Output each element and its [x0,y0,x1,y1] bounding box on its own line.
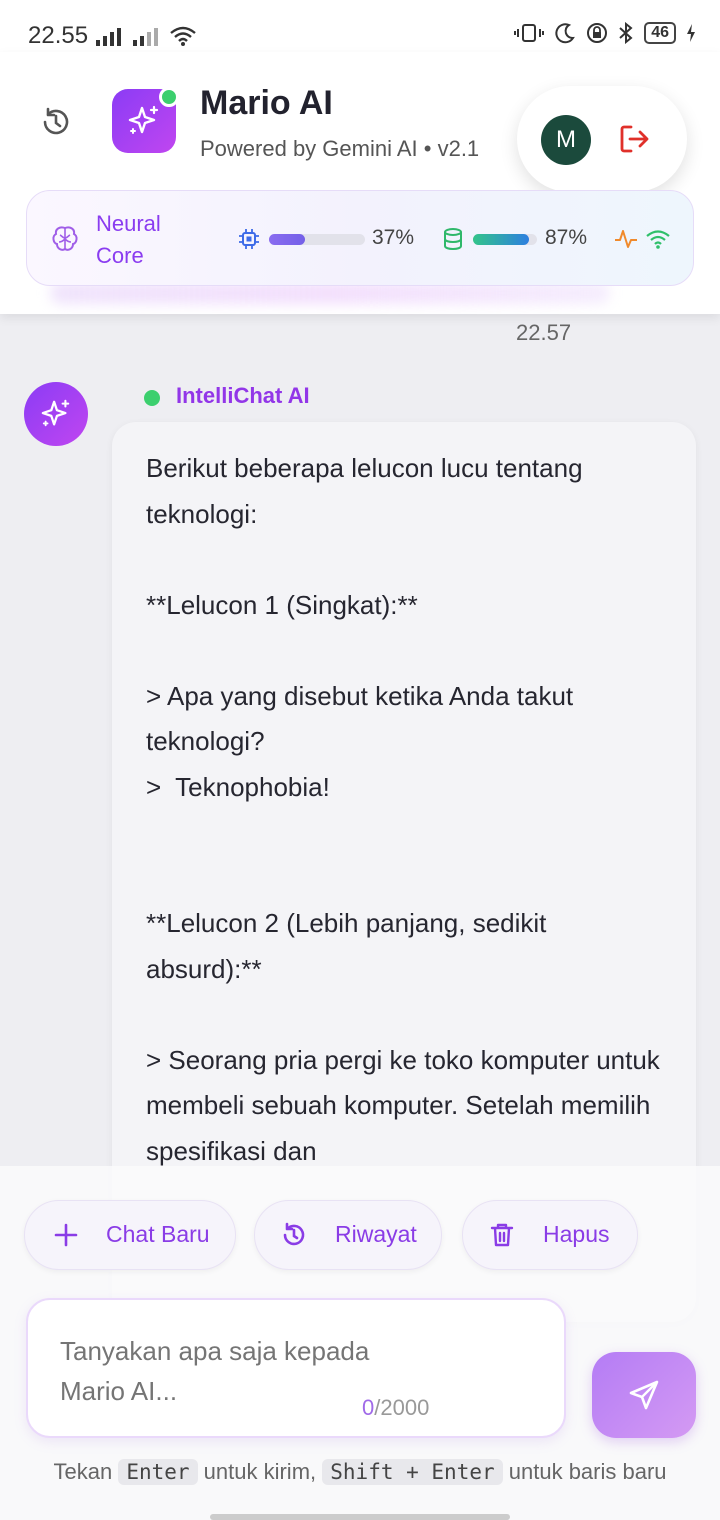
char-count-current: 0 [362,1395,375,1420]
hint-mid: untuk kirim, [203,1459,317,1484]
bot-avatar [24,382,88,446]
system-icons: 46 [514,22,696,44]
logout-icon [620,125,649,153]
battery-level: 46 [644,22,676,44]
logout-button[interactable] [616,121,652,157]
bot-online-indicator [144,390,160,406]
neural-core-label: Neural Core [96,211,161,268]
history-button[interactable] [36,102,76,142]
signal-2-icon [133,28,158,46]
app-title: Mario AI [200,84,333,122]
keyboard-hint: Tekan Enter untuk kirim, Shift + Enter u… [30,1456,690,1488]
memory-bar [473,234,537,245]
hint-prefix: Tekan [53,1459,113,1484]
status-time: 22.55 [28,22,89,49]
new-chat-label: Chat Baru [106,1221,210,1247]
plus-icon [54,1223,78,1247]
history-icon [283,1222,305,1246]
online-indicator [159,87,179,107]
send-icon [629,1380,659,1410]
wifi-icon [646,228,670,250]
brain-icon [50,224,80,254]
home-indicator[interactable] [210,1514,510,1520]
message-text: Berikut beberapa lelucon lucu tentang te… [146,453,660,1166]
signal-icon [96,28,121,46]
charging-icon [687,24,695,42]
bot-name: IntelliChat AI [176,383,310,408]
cpu-percent: 37% [372,226,415,249]
signal-icons [96,26,196,46]
cpu-bar-fill [269,234,305,245]
message-timestamp: 22.57 [516,320,572,345]
database-icon [442,227,464,251]
wifi-status-icon [170,26,196,46]
char-counter: 0/2000 [362,1395,429,1421]
history-action-label: Riwayat [335,1221,417,1247]
trash-icon [490,1223,514,1247]
sparkles-icon [41,399,70,427]
activity-icon [614,228,638,250]
delete-label: Hapus [543,1221,610,1247]
send-button[interactable] [592,1352,696,1438]
memory-bar-fill [473,234,529,245]
sparkles-icon [128,105,159,134]
hint-key-enter: Enter [118,1459,198,1485]
hint-suffix: untuk baris baru [508,1459,667,1484]
char-count-max: /2000 [374,1395,430,1420]
avatar[interactable]: M [541,115,591,165]
lock-icon [587,23,608,43]
history-icon [43,107,69,135]
bluetooth-icon [619,22,633,44]
moon-icon [555,23,576,44]
app-subtitle: Powered by Gemini AI • v2.1 [200,136,480,161]
hint-key-shift-enter: Shift + Enter [322,1459,503,1485]
memory-percent: 87% [545,226,588,249]
cpu-bar [269,234,365,245]
cpu-icon [238,228,260,250]
vibrate-icon [514,24,545,42]
